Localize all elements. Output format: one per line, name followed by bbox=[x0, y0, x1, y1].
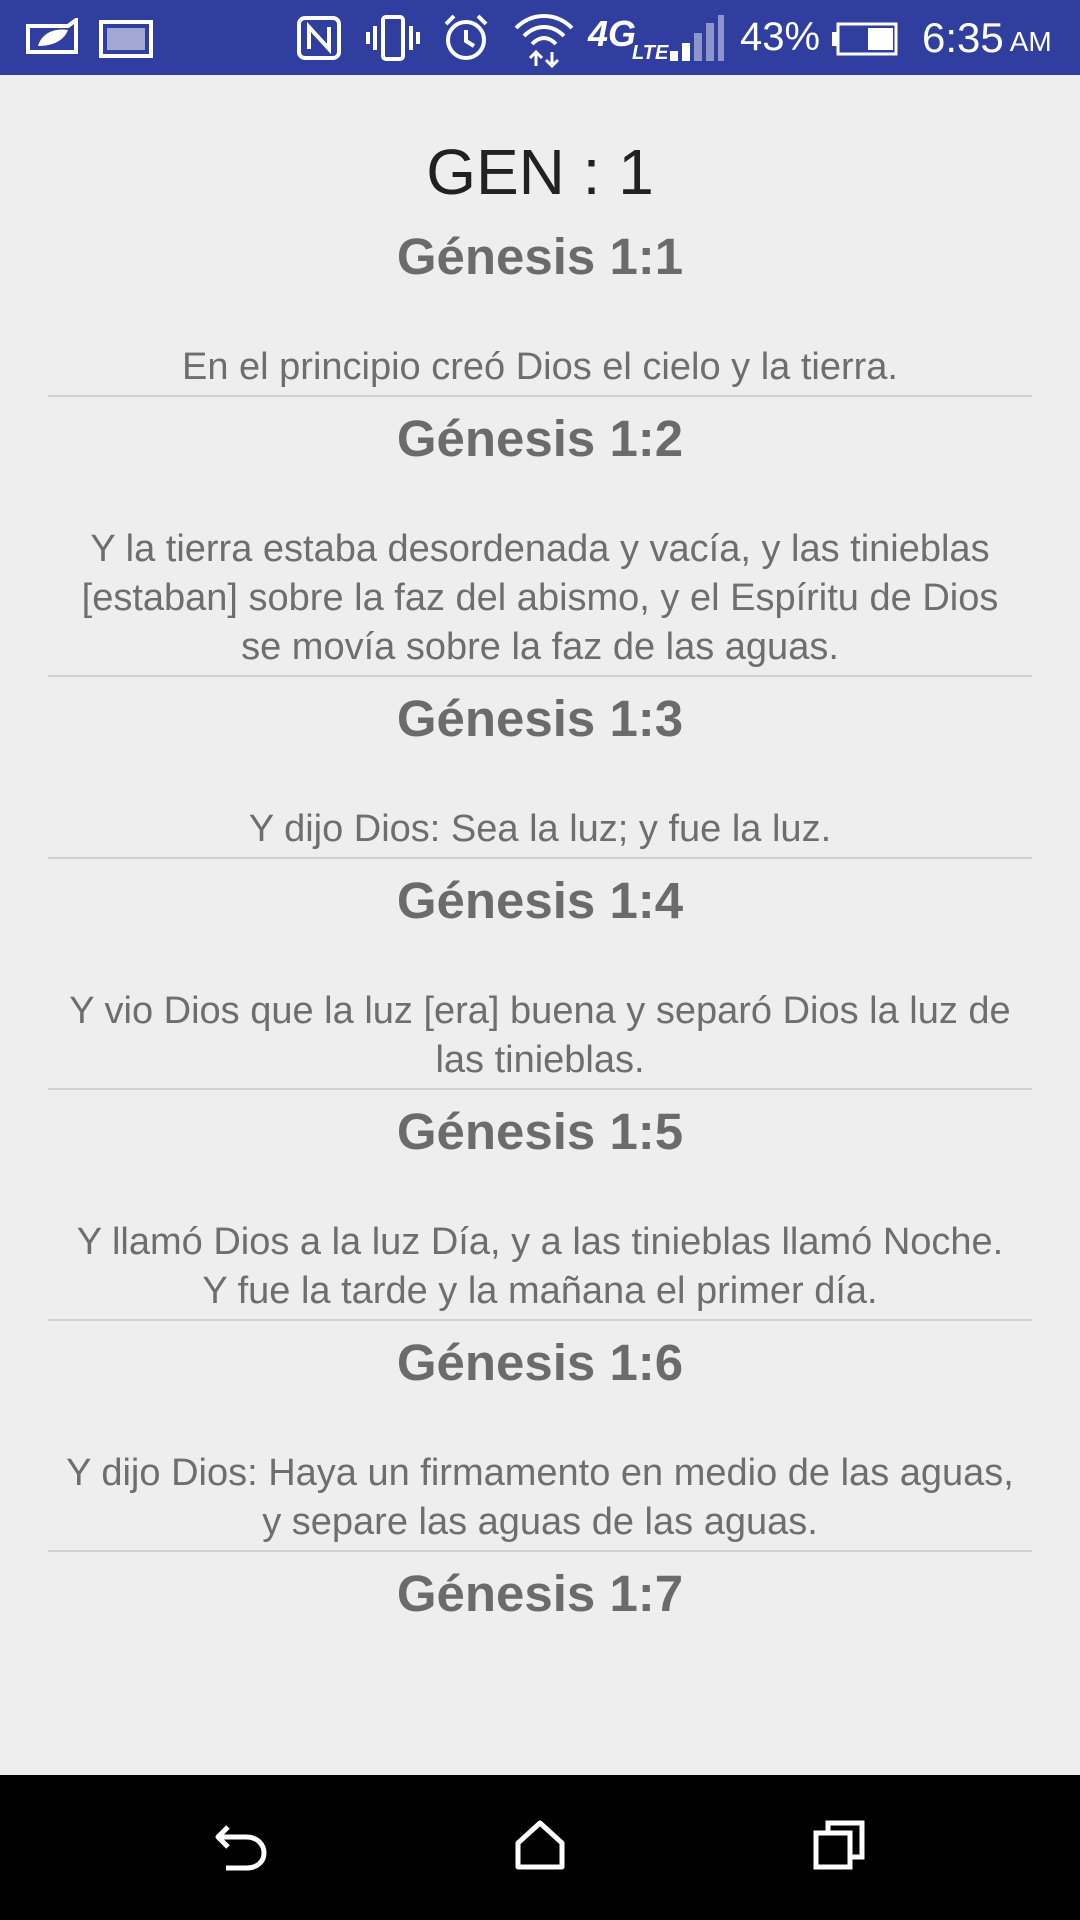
verse-reference: Génesis 1:5 bbox=[396, 1103, 684, 1160]
clock-ampm: AM bbox=[1009, 25, 1052, 57]
wifi-icon bbox=[512, 0, 576, 75]
verse-reference: Génesis 1:6 bbox=[396, 1334, 684, 1391]
verse-reference: Génesis 1:4 bbox=[396, 872, 684, 929]
battery-icon bbox=[830, 0, 900, 75]
chapter-title: GEN : 1 bbox=[426, 136, 654, 208]
recents-button[interactable] bbox=[770, 1775, 910, 1920]
nfc-icon bbox=[296, 0, 342, 75]
chapter-view[interactable]: GEN : 1 Génesis 1:1 En el principio creó… bbox=[0, 75, 1080, 1775]
verse-item[interactable]: Génesis 1:3 Y dijo Dios: Sea la luz; y f… bbox=[48, 677, 1032, 859]
network-sub-label: LTE bbox=[632, 42, 669, 64]
verse-item[interactable]: Génesis 1:4 Y vio Dios que la luz [era] … bbox=[48, 859, 1032, 1090]
image-notification-icon bbox=[98, 0, 154, 75]
back-icon bbox=[210, 1817, 270, 1878]
verse-text: Y llamó Dios a la luz Día, y a las tinie… bbox=[76, 1221, 1004, 1312]
clock: 6:35 AM bbox=[922, 0, 1052, 75]
alarm-icon bbox=[440, 0, 492, 75]
home-button[interactable] bbox=[470, 1775, 610, 1920]
verse-text: Y dijo Dios: Sea la luz; y fue la luz. bbox=[248, 808, 832, 850]
battery-percent: 43% bbox=[740, 15, 821, 59]
verse-text: Y dijo Dios: Haya un firmamento en medio… bbox=[66, 1452, 1014, 1543]
verse-text: Y la tierra estaba desordenada y vacía, … bbox=[81, 528, 999, 668]
verse-reference: Génesis 1:3 bbox=[396, 690, 684, 747]
verse-item[interactable]: Génesis 1:6 Y dijo Dios: Haya un firmame… bbox=[48, 1321, 1032, 1552]
verse-item[interactable]: Génesis 1:7 bbox=[48, 1552, 1032, 1630]
verse-item[interactable]: Génesis 1:5 Y llamó Dios a la luz Día, y… bbox=[48, 1090, 1032, 1321]
verse-reference: Génesis 1:1 bbox=[396, 228, 684, 285]
clock-time: 6:35 bbox=[922, 13, 1004, 61]
verse-item[interactable]: Génesis 1:1 En el principio creó Dios el… bbox=[48, 215, 1032, 397]
network-label: 4G bbox=[588, 12, 637, 54]
signal-icon bbox=[666, 0, 726, 75]
recents-icon bbox=[812, 1817, 868, 1878]
verse-reference: Génesis 1:7 bbox=[396, 1565, 684, 1622]
home-icon bbox=[512, 1817, 568, 1878]
status-bar: 4G LTE 43% 6:35 AM bbox=[0, 0, 1080, 75]
verse-list[interactable]: Génesis 1:1 En el principio creó Dios el… bbox=[48, 215, 1032, 1630]
back-button[interactable] bbox=[170, 1775, 310, 1920]
lte-4g-icon: 4G LTE bbox=[588, 0, 672, 75]
verse-text: En el principio creó Dios el cielo y la … bbox=[182, 346, 898, 388]
verse-text: Y vio Dios que la luz [era] buena y sepa… bbox=[69, 990, 1011, 1081]
leaf-notification-icon bbox=[22, 0, 84, 75]
verse-reference: Génesis 1:2 bbox=[396, 410, 684, 467]
verse-item[interactable]: Génesis 1:2 Y la tierra estaba desordena… bbox=[48, 397, 1032, 677]
vibrate-icon bbox=[364, 0, 422, 75]
navigation-bar bbox=[0, 1775, 1080, 1920]
